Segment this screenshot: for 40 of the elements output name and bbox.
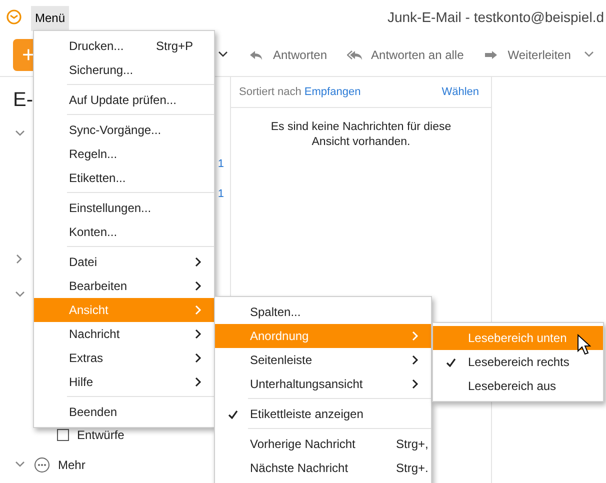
menu-item[interactable]: Unterhaltungsansicht: [215, 372, 431, 396]
menu-item[interactable]: Lesebereich aus: [433, 374, 603, 398]
menu-item[interactable]: Nächste Nachricht Strg+.: [215, 456, 431, 480]
menu-item[interactable]: Drucken... Strg+P: [34, 34, 214, 58]
select-link[interactable]: Wählen: [442, 86, 479, 98]
menu-item[interactable]: Nachricht: [34, 322, 214, 346]
menu-item[interactable]: Bearbeiten: [34, 274, 214, 298]
menu-item[interactable]: Hilfe: [34, 370, 214, 394]
reply-all-icon: [347, 48, 364, 62]
forward-button[interactable]: Weiterleiten: [484, 48, 571, 62]
more-icon: [34, 457, 50, 473]
menu-item[interactable]: Extras: [34, 346, 214, 370]
menu-item[interactable]: Sync-Vorgänge...: [34, 118, 214, 142]
menu-item[interactable]: Etiketten...: [34, 166, 214, 190]
menu-item[interactable]: Konten...: [34, 220, 214, 244]
menu-item[interactable]: Etikettleiste anzeigen: [215, 402, 431, 426]
unread-count: 1: [218, 158, 224, 170]
folder-label[interactable]: Entwürfe: [77, 428, 124, 442]
window-title: Junk-E-Mail - testkonto@beispiel.d: [387, 9, 604, 25]
menu-item[interactable]: Seitenleiste: [215, 348, 431, 372]
empty-message: Es sind keine Nachrichten für diese Ansicht vorhanden.: [270, 120, 452, 150]
sort-link[interactable]: Empfangen: [304, 86, 361, 98]
menu-item[interactable]: Vorherige Nachricht Strg+,: [215, 432, 431, 456]
sort-label: Sortiert nach Empfangen: [239, 86, 361, 98]
menu-item[interactable]: Spalten...: [215, 300, 431, 324]
folder-icon: [57, 429, 69, 441]
menu-button[interactable]: Menü: [31, 6, 70, 30]
folder-heading: E-: [13, 89, 33, 113]
menu-item[interactable]: Sicherung...: [34, 58, 214, 82]
menu-item[interactable]: Lesebereich rechts: [433, 350, 603, 374]
menu-item[interactable]: Regeln...: [34, 142, 214, 166]
reply-button[interactable]: Antworten: [249, 48, 328, 62]
menu-item[interactable]: Auf Update prüfen...: [34, 88, 214, 112]
menu-item[interactable]: Datei: [34, 250, 214, 274]
unread-count: 1: [218, 188, 224, 200]
menu-item[interactable]: Einstellungen...: [34, 196, 214, 220]
reply-icon: [249, 48, 265, 62]
folder-label[interactable]: Mehr: [58, 458, 86, 472]
mouse-pointer-icon: [577, 334, 591, 356]
menu-item[interactable]: Beenden: [34, 400, 214, 424]
